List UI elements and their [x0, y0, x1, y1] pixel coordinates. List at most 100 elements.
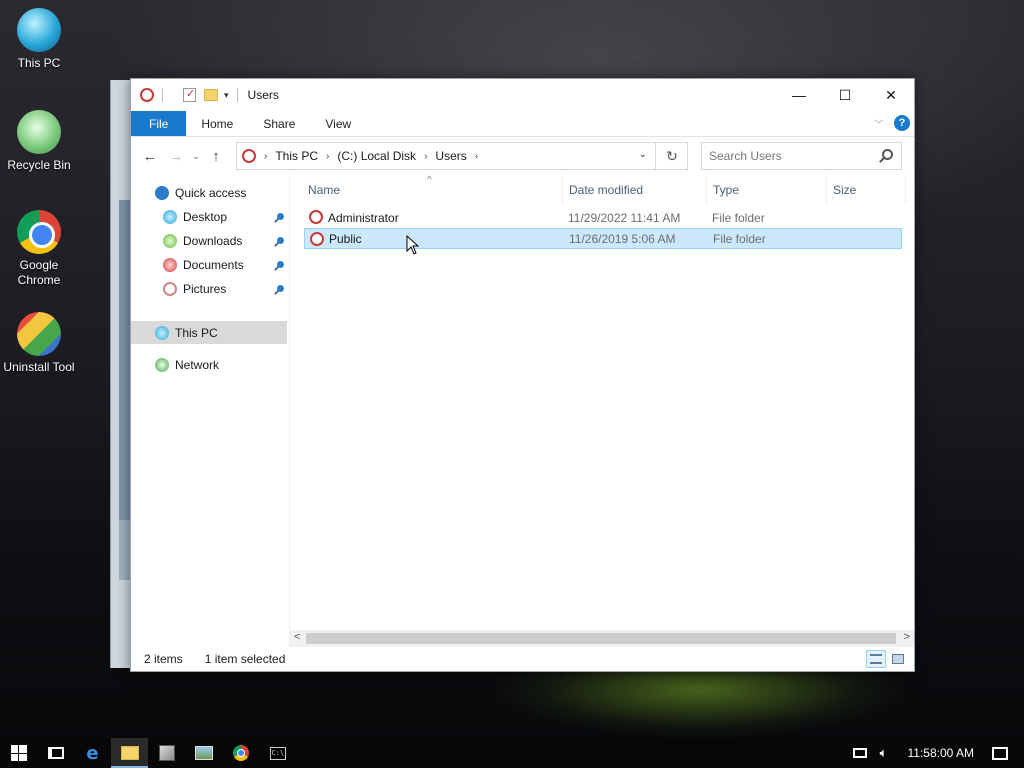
- column-divider[interactable]: [826, 175, 827, 205]
- column-header-size[interactable]: Size: [833, 179, 856, 201]
- chevron-right-icon[interactable]: ›: [475, 151, 478, 162]
- edge-icon: e: [86, 742, 99, 764]
- desktop-icon-google-chrome[interactable]: Google Chrome: [0, 210, 78, 288]
- search-input[interactable]: [709, 149, 869, 163]
- title-bar[interactable]: ▾ Users — ☐ ✕: [131, 79, 914, 111]
- taskbar-photos[interactable]: [185, 738, 222, 768]
- search-box[interactable]: [701, 142, 902, 170]
- chevron-right-icon[interactable]: ›: [424, 151, 427, 162]
- properties-icon[interactable]: [183, 87, 196, 102]
- chrome-icon: [17, 210, 61, 254]
- column-header-type[interactable]: Type: [713, 179, 739, 201]
- taskbar-chrome[interactable]: [222, 738, 259, 768]
- sidebar-item-label: Quick access: [175, 185, 247, 200]
- sidebar-item-downloads[interactable]: Downloads: [163, 229, 242, 252]
- desktop-icon-label: Uninstall Tool: [3, 360, 75, 374]
- navigation-pane[interactable]: Quick access Desktop Downloads Documents…: [131, 175, 289, 647]
- table-row[interactable]: Public 11/26/2019 5:06 AM File folder: [304, 228, 902, 249]
- sidebar-item-network[interactable]: Network: [155, 353, 219, 376]
- command-prompt-icon: C:\: [269, 746, 286, 760]
- picture-app-icon: [194, 746, 213, 760]
- clock[interactable]: 11:58:00 AM: [908, 746, 975, 760]
- search-icon[interactable]: [882, 149, 893, 160]
- taskbar-command-prompt[interactable]: C:\: [259, 738, 296, 768]
- file-list[interactable]: ^ Name Date modified Type Size Administr…: [289, 175, 914, 647]
- desktop-icon: [163, 209, 177, 224]
- file-explorer-window: ▾ Users — ☐ ✕ File Home Share View ﹀ ? ←…: [130, 78, 915, 672]
- taskbar-edge[interactable]: e: [74, 738, 111, 768]
- status-bar: 2 items 1 item selected: [131, 647, 914, 671]
- pictures-icon: [163, 281, 177, 296]
- column-divider[interactable]: [562, 175, 563, 205]
- column-divider[interactable]: [905, 175, 906, 205]
- breadcrumb-this-pc[interactable]: This PC: [275, 149, 318, 163]
- column-header-date-modified[interactable]: Date modified: [569, 179, 643, 201]
- sidebar-item-pictures[interactable]: Pictures: [163, 277, 226, 300]
- sidebar-item-this-pc[interactable]: This PC: [131, 321, 287, 344]
- up-button[interactable]: ↑: [203, 148, 229, 165]
- taskbar-file-explorer[interactable]: [111, 738, 148, 768]
- chevron-right-icon[interactable]: ›: [264, 151, 267, 162]
- start-button[interactable]: [0, 738, 37, 768]
- pin-icon[interactable]: [273, 261, 285, 273]
- file-type: File folder: [713, 231, 766, 246]
- expand-ribbon-icon[interactable]: ﹀: [874, 116, 884, 131]
- desktop-icon-this-pc[interactable]: This PC: [0, 8, 78, 71]
- help-icon[interactable]: ?: [894, 115, 910, 131]
- chevron-right-icon[interactable]: ›: [326, 151, 329, 162]
- background-window-edge[interactable]: [110, 80, 131, 668]
- column-divider[interactable]: [706, 175, 707, 205]
- taskbar: e C:\ 🔈︎ 11:58:00 AM: [0, 738, 1024, 768]
- details-view-button[interactable]: [866, 650, 886, 668]
- recent-locations-button[interactable]: ⌄: [189, 151, 203, 162]
- sidebar-item-documents[interactable]: Documents: [163, 253, 244, 276]
- customize-quick-access-icon[interactable]: ▾: [224, 90, 229, 101]
- breadcrumb-users[interactable]: Users: [435, 149, 466, 163]
- scroll-left-icon[interactable]: <: [294, 631, 300, 643]
- table-row[interactable]: Administrator 11/29/2022 11:41 AM File f…: [304, 207, 902, 228]
- network-status-icon[interactable]: [852, 746, 868, 760]
- scrollbar-thumb[interactable]: [306, 633, 896, 644]
- tab-file[interactable]: File: [131, 111, 187, 136]
- tab-view[interactable]: View: [310, 111, 366, 136]
- column-header-name[interactable]: Name: [308, 179, 340, 201]
- refresh-button[interactable]: ↻: [655, 142, 688, 170]
- scroll-right-icon[interactable]: >: [904, 631, 910, 643]
- explorer-body: Quick access Desktop Downloads Documents…: [131, 175, 914, 647]
- breadcrumb-local-disk[interactable]: (C:) Local Disk: [337, 149, 416, 163]
- address-history-dropdown[interactable]: ⌄: [639, 149, 647, 160]
- sidebar-item-quick-access[interactable]: Quick access: [155, 181, 246, 204]
- tab-share[interactable]: Share: [248, 111, 310, 136]
- tab-home[interactable]: Home: [186, 111, 248, 136]
- task-view-icon: [47, 747, 64, 759]
- address-bar[interactable]: › This PC › (C:) Local Disk › Users › ⌄: [236, 142, 688, 170]
- mouse-cursor-icon: [406, 235, 420, 255]
- system-tray: 🔈︎ 11:58:00 AM: [852, 738, 1024, 768]
- pin-icon[interactable]: [273, 285, 285, 297]
- downloads-icon: [163, 233, 177, 248]
- minimize-button[interactable]: —: [776, 79, 822, 111]
- volume-icon[interactable]: 🔈︎: [876, 745, 892, 760]
- large-icons-view-button[interactable]: [888, 650, 908, 668]
- close-button[interactable]: ✕: [868, 79, 914, 111]
- taskbar-app-box[interactable]: [148, 738, 185, 768]
- ribbon-controls: ﹀ ?: [874, 115, 910, 131]
- forward-button[interactable]: →: [163, 148, 189, 165]
- app-icon: [140, 88, 154, 102]
- file-date-modified: 11/26/2019 5:06 AM: [569, 231, 676, 246]
- uninstall-tool-icon: [17, 312, 61, 356]
- horizontal-scrollbar[interactable]: < >: [290, 630, 914, 647]
- view-switcher: [866, 650, 908, 668]
- task-view-button[interactable]: [37, 738, 74, 768]
- pin-icon[interactable]: [273, 213, 285, 225]
- sidebar-item-label: This PC: [175, 325, 218, 340]
- computer-icon: [17, 8, 61, 52]
- maximize-button[interactable]: ☐: [822, 79, 868, 111]
- action-center-icon[interactable]: [992, 746, 1008, 760]
- sidebar-item-desktop[interactable]: Desktop: [163, 205, 227, 228]
- back-button[interactable]: ←: [137, 148, 163, 165]
- desktop-icon-recycle-bin[interactable]: Recycle Bin: [0, 110, 78, 173]
- new-folder-icon[interactable]: [204, 89, 218, 101]
- pin-icon[interactable]: [273, 237, 285, 249]
- desktop-icon-uninstall-tool[interactable]: Uninstall Tool: [0, 312, 78, 375]
